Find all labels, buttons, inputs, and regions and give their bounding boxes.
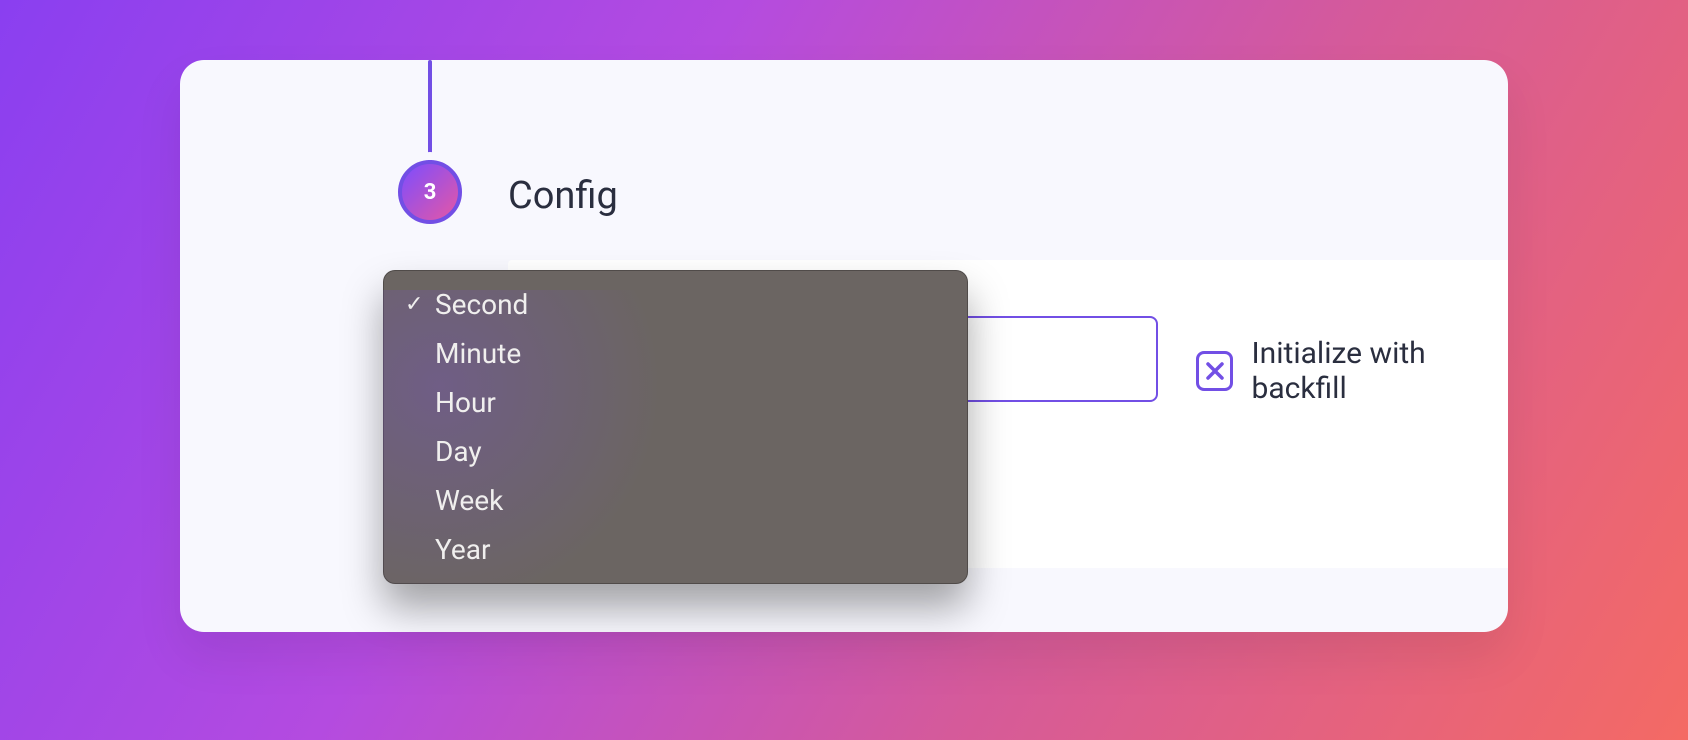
x-icon — [1203, 359, 1227, 383]
unit-option-minute[interactable]: Minute — [383, 329, 968, 378]
unit-option-hour[interactable]: Hour — [383, 378, 968, 427]
unit-option-second[interactable]: ✓ Second — [383, 280, 968, 329]
unit-option-label: Day — [435, 435, 482, 468]
backfill-checkbox-row: Initialize with backfill — [1196, 336, 1508, 406]
unit-option-label: Minute — [435, 337, 521, 370]
unit-option-label: Week — [435, 484, 503, 517]
unit-option-label: Hour — [435, 386, 496, 419]
step-title: Config — [508, 174, 618, 218]
backfill-checkbox[interactable] — [1196, 351, 1233, 391]
backfill-label: Initialize with backfill — [1251, 336, 1508, 406]
unit-option-label: Year — [435, 533, 491, 566]
step-number-badge: 3 — [398, 160, 462, 224]
unit-option-label: Second — [435, 288, 528, 321]
step-number: 3 — [424, 180, 437, 205]
unit-option-day[interactable]: Day — [383, 427, 968, 476]
step-connector-line — [428, 60, 432, 163]
check-icon: ✓ — [405, 292, 427, 317]
unit-dropdown-menu[interactable]: ✓ Second Minute Hour Day Week Year — [383, 270, 968, 584]
unit-option-year[interactable]: Year — [383, 525, 968, 574]
unit-option-week[interactable]: Week — [383, 476, 968, 525]
